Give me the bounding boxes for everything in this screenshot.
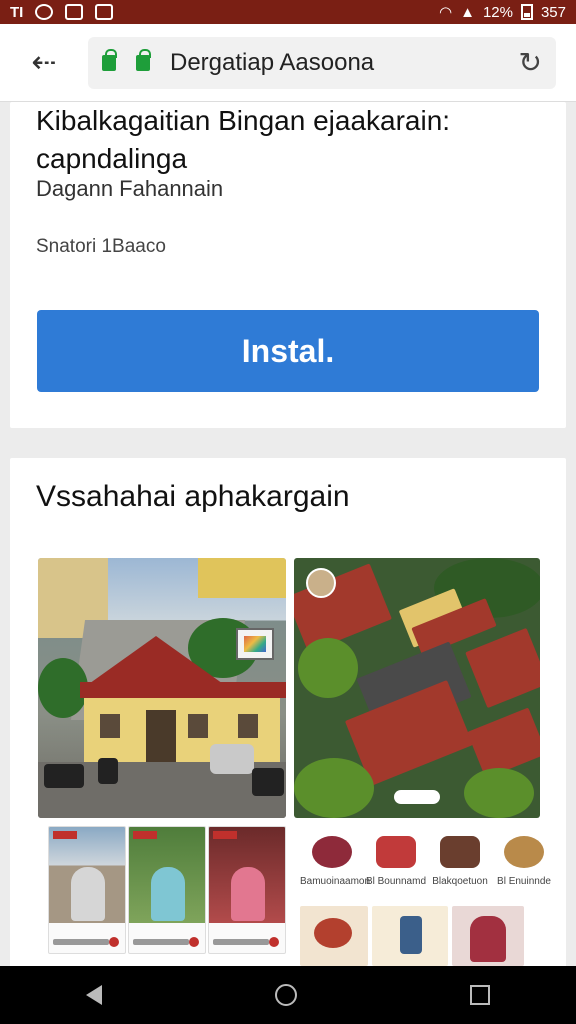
avatar [306,568,336,598]
product-thumbnail-1[interactable] [300,906,368,966]
nav-recents-icon[interactable] [469,985,490,1005]
app-title: Kibalkagaitian Bingan ejaakarain: capnda… [36,105,451,174]
system-nav-bar [0,966,576,1024]
lock-icon [136,48,151,71]
install-button[interactable]: Instal. [37,310,539,392]
category-item[interactable]: Bamuoinaamon [300,836,370,887]
message-icon [95,4,114,20]
nav-back-icon[interactable] [86,985,103,1005]
section-title: Vssahahai aphakargain [36,480,350,513]
carrier-label: TI [10,3,24,21]
status-bar: TI ◠ ▲ 12% 357 [0,0,576,24]
mail-icon [65,4,84,20]
thumbnail-1[interactable] [48,826,126,954]
url-field[interactable]: Dergatiap Aasoona ↻ [88,36,556,89]
food-icon [312,836,352,868]
app-info-card: Kibalkagaitian Bingan ejaakarain: capnda… [10,102,566,428]
reload-icon[interactable]: ↻ [519,46,542,79]
gallery-badge-icon [236,628,274,660]
thumbnail-2[interactable] [128,826,206,954]
browser-toolbar: ⇠ Dergatiap Aasoona ↻ [0,24,576,102]
carousel-indicator [394,790,440,804]
category-item[interactable]: Blakqoetuon [428,836,492,887]
shoes-icon [504,836,544,868]
battery-percent: 12% [482,3,513,21]
notification-icon [35,4,54,20]
gift-icon [376,836,416,868]
lock-icon [102,48,117,71]
signal-icon: ▲ [460,3,475,21]
nav-home-icon[interactable] [274,984,297,1006]
wallet-icon [440,836,480,868]
battery-icon [520,4,533,20]
back-arrow-icon[interactable]: ⇠ [0,24,88,102]
product-thumbnail-3[interactable] [452,906,524,966]
app-developer[interactable]: Dagann Fahannain [36,176,223,202]
category-item[interactable]: Bl Enuinnde [492,836,556,887]
url-text: Dergatiap Aasoona [170,48,375,76]
clock: 357 [540,3,566,21]
app-size-info: Snatori 1Baaco [36,236,166,257]
screenshots-card: Vssahahai aphakargain Bamuoinaamon Bl Bo… [10,458,566,968]
wifi-icon: ◠ [438,4,453,21]
thumbnail-3[interactable] [208,826,286,954]
category-item[interactable]: Bl Bounnamd [364,836,428,887]
screenshot-street-image[interactable] [38,558,286,818]
product-thumbnail-2[interactable] [372,906,448,966]
screenshot-aerial-image[interactable] [294,558,540,818]
